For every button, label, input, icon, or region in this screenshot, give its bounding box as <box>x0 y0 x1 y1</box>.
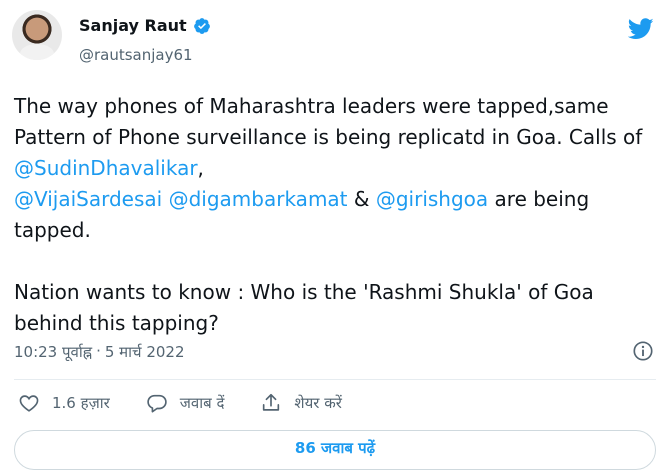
read-replies-button[interactable]: 86 जवाब पढ़ें <box>14 430 656 470</box>
twitter-bird-icon[interactable] <box>628 18 654 40</box>
tweet-text: The way phones of Maharashtra leaders we… <box>14 91 664 339</box>
mention-link[interactable]: @girishgoa <box>376 187 488 211</box>
author-name-row: Sanjay Raut <box>79 16 211 35</box>
divider <box>14 379 656 380</box>
share-label: शेयर करें <box>294 394 342 412</box>
avatar[interactable] <box>12 10 62 60</box>
tweet-timestamp[interactable]: 10:23 पूर्वाह्न · 5 मार्च 2022 <box>14 342 185 362</box>
like-button[interactable]: 1.6 हज़ार <box>18 392 110 414</box>
verified-badge-icon <box>193 17 210 34</box>
reply-label: जवाब दें <box>179 394 225 412</box>
author-display-name[interactable]: Sanjay Raut <box>79 16 187 35</box>
share-icon <box>263 393 280 411</box>
info-icon[interactable] <box>632 340 654 362</box>
tweet-text-part: , <box>197 156 204 180</box>
tweet-text-part: & <box>347 187 376 211</box>
tweet-date: 5 मार्च 2022 <box>104 343 185 361</box>
meta-separator: · <box>96 342 101 360</box>
mention-link[interactable]: @SudinDhavalikar <box>14 156 198 180</box>
like-count: 1.6 हज़ार <box>52 394 110 412</box>
reply-bubble-icon <box>147 394 167 413</box>
share-button[interactable]: शेयर करें <box>260 392 342 414</box>
action-bar: 1.6 हज़ार जवाब दें शेयर करें <box>18 392 378 414</box>
mention-link[interactable]: @VijaiSardesai <box>14 187 162 211</box>
heart-icon <box>19 395 39 412</box>
author-handle[interactable]: @rautsanjay61 <box>79 46 193 64</box>
reply-button[interactable]: जवाब दें <box>146 392 225 414</box>
tweet-time: 10:23 पूर्वाह्न <box>14 343 93 361</box>
tweet-text-part: The way phones of Maharashtra leaders we… <box>14 94 649 149</box>
mention-link[interactable]: @digambarkamat <box>169 187 348 211</box>
